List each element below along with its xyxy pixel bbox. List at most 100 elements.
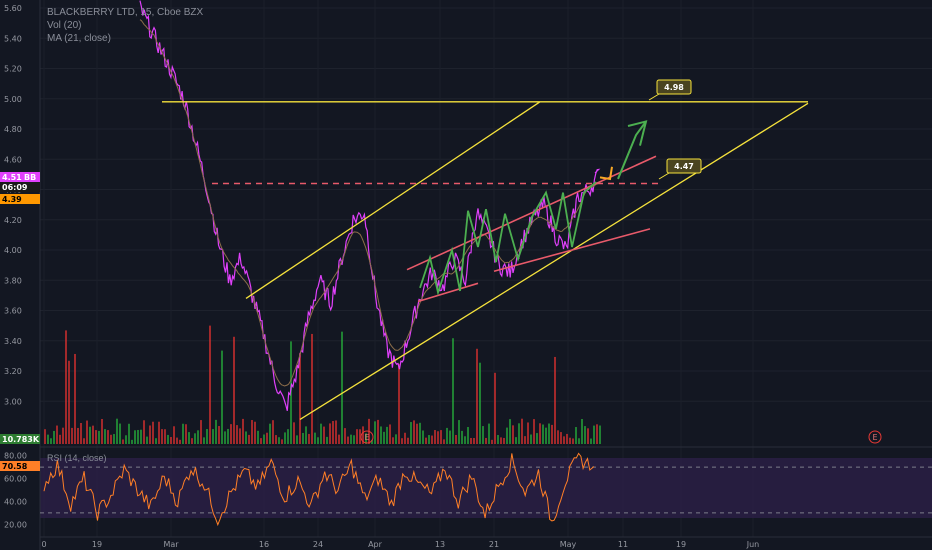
ma-value-tag: 4.39 [0,194,40,204]
volume-bar [599,425,601,444]
volume-bar [587,428,589,444]
volume-bar [506,427,508,444]
volume-bar [56,425,58,444]
volume-bar [230,424,232,444]
volume-bar [185,424,187,444]
volume-bar [191,438,193,444]
volume-bar [353,435,355,444]
volume-bar [269,423,271,444]
volume-bar [284,432,286,444]
volume-bar [596,424,598,444]
volume-bar [254,421,256,444]
callout-text: 4.98 [664,83,684,92]
volume-bar [497,435,499,444]
rsi-legend[interactable]: RSI (14, close) [47,453,107,463]
volume-bar [287,429,289,444]
volume-bar [428,435,430,444]
volume-bar [158,421,160,444]
volume-bar [146,436,148,444]
volume-bar [74,353,76,444]
volume-bar [329,423,331,444]
x-tick-label: Mar [163,540,179,549]
volume-bar [323,426,325,444]
volume-bar [332,420,334,444]
tag-text: 10.783K [2,435,40,444]
volume-bar [389,424,391,444]
volume-bar [263,434,265,444]
volume-bar [539,423,541,444]
chart-canvas[interactable]: 4.984.47EE 5.605.405.205.004.804.604.404… [0,0,932,550]
volume-bar [218,426,220,444]
volume-bar [347,436,349,444]
x-tick-label: 13 [435,540,445,549]
volume-bar [80,422,82,444]
volume-bar [311,333,313,444]
volume-bar [455,434,457,444]
volume-bar [302,432,304,444]
volume-bar [179,439,181,444]
volume-bar [509,419,511,444]
x-tick-label: Apr [368,540,383,549]
volume-bar [578,438,580,444]
x-tick-label: Jun [746,540,760,549]
volume-bar [212,429,214,444]
volume-bar [410,422,412,444]
volume-bar [170,436,172,444]
volume-bar [104,429,106,444]
volume-bar [581,419,583,444]
volume-bar [116,418,118,444]
volume-bar [377,419,379,444]
volume-bar [62,427,64,444]
volume-bar [110,434,112,444]
volume-bar [203,437,205,444]
volume-bar [374,421,376,444]
volume-bar [98,430,100,444]
volume-bar [521,418,523,444]
volume-bar [47,434,49,444]
ma-legend[interactable]: MA (21, close) [47,32,203,45]
volume-bar [176,437,178,444]
volume-bar [494,372,496,444]
y-tick-label: 4.20 [4,216,22,225]
volume-bar [461,430,463,444]
volume-bar [233,336,235,444]
volume-bar [95,430,97,444]
volume-bar [341,331,343,444]
volume-bar [431,435,433,444]
volume-bar [113,434,115,444]
volume-bar [275,435,277,444]
volume-bar [491,439,493,444]
volume-bar [575,427,577,444]
volume-bar [236,425,238,444]
x-tick-label: 24 [313,540,323,549]
volume-bar [134,430,136,444]
volume-legend[interactable]: Vol (20) [47,19,203,32]
volume-bar [86,420,88,444]
volume-bar [221,350,223,444]
volume-bar [401,438,403,444]
volume-bar [422,430,424,444]
volume-bar [152,421,154,444]
volume-bar [242,418,244,444]
x-tick-label: 19 [676,540,686,549]
volume-bar [572,438,574,444]
volume-bar [299,353,301,444]
volume-bar [92,425,94,444]
symbol-title[interactable]: BLACKBERRY LTD, 15, Cboe BZX [47,6,203,19]
volume-bar [566,433,568,444]
symbol-tag: BB [24,173,36,182]
volume-bar [296,435,298,444]
volume-bar [545,427,547,444]
volume-bar [164,429,166,444]
y-tick-label: 5.40 [4,34,22,43]
volume-bar [407,437,409,444]
volume-bar [470,437,472,444]
volume-bar [293,422,295,444]
volume-bar [65,330,67,444]
volume-bar [326,436,328,444]
volume-bar [590,438,592,444]
volume-bar [206,429,208,444]
volume-bar [542,424,544,444]
volume-bar [155,438,157,444]
volume-bar [140,429,142,444]
